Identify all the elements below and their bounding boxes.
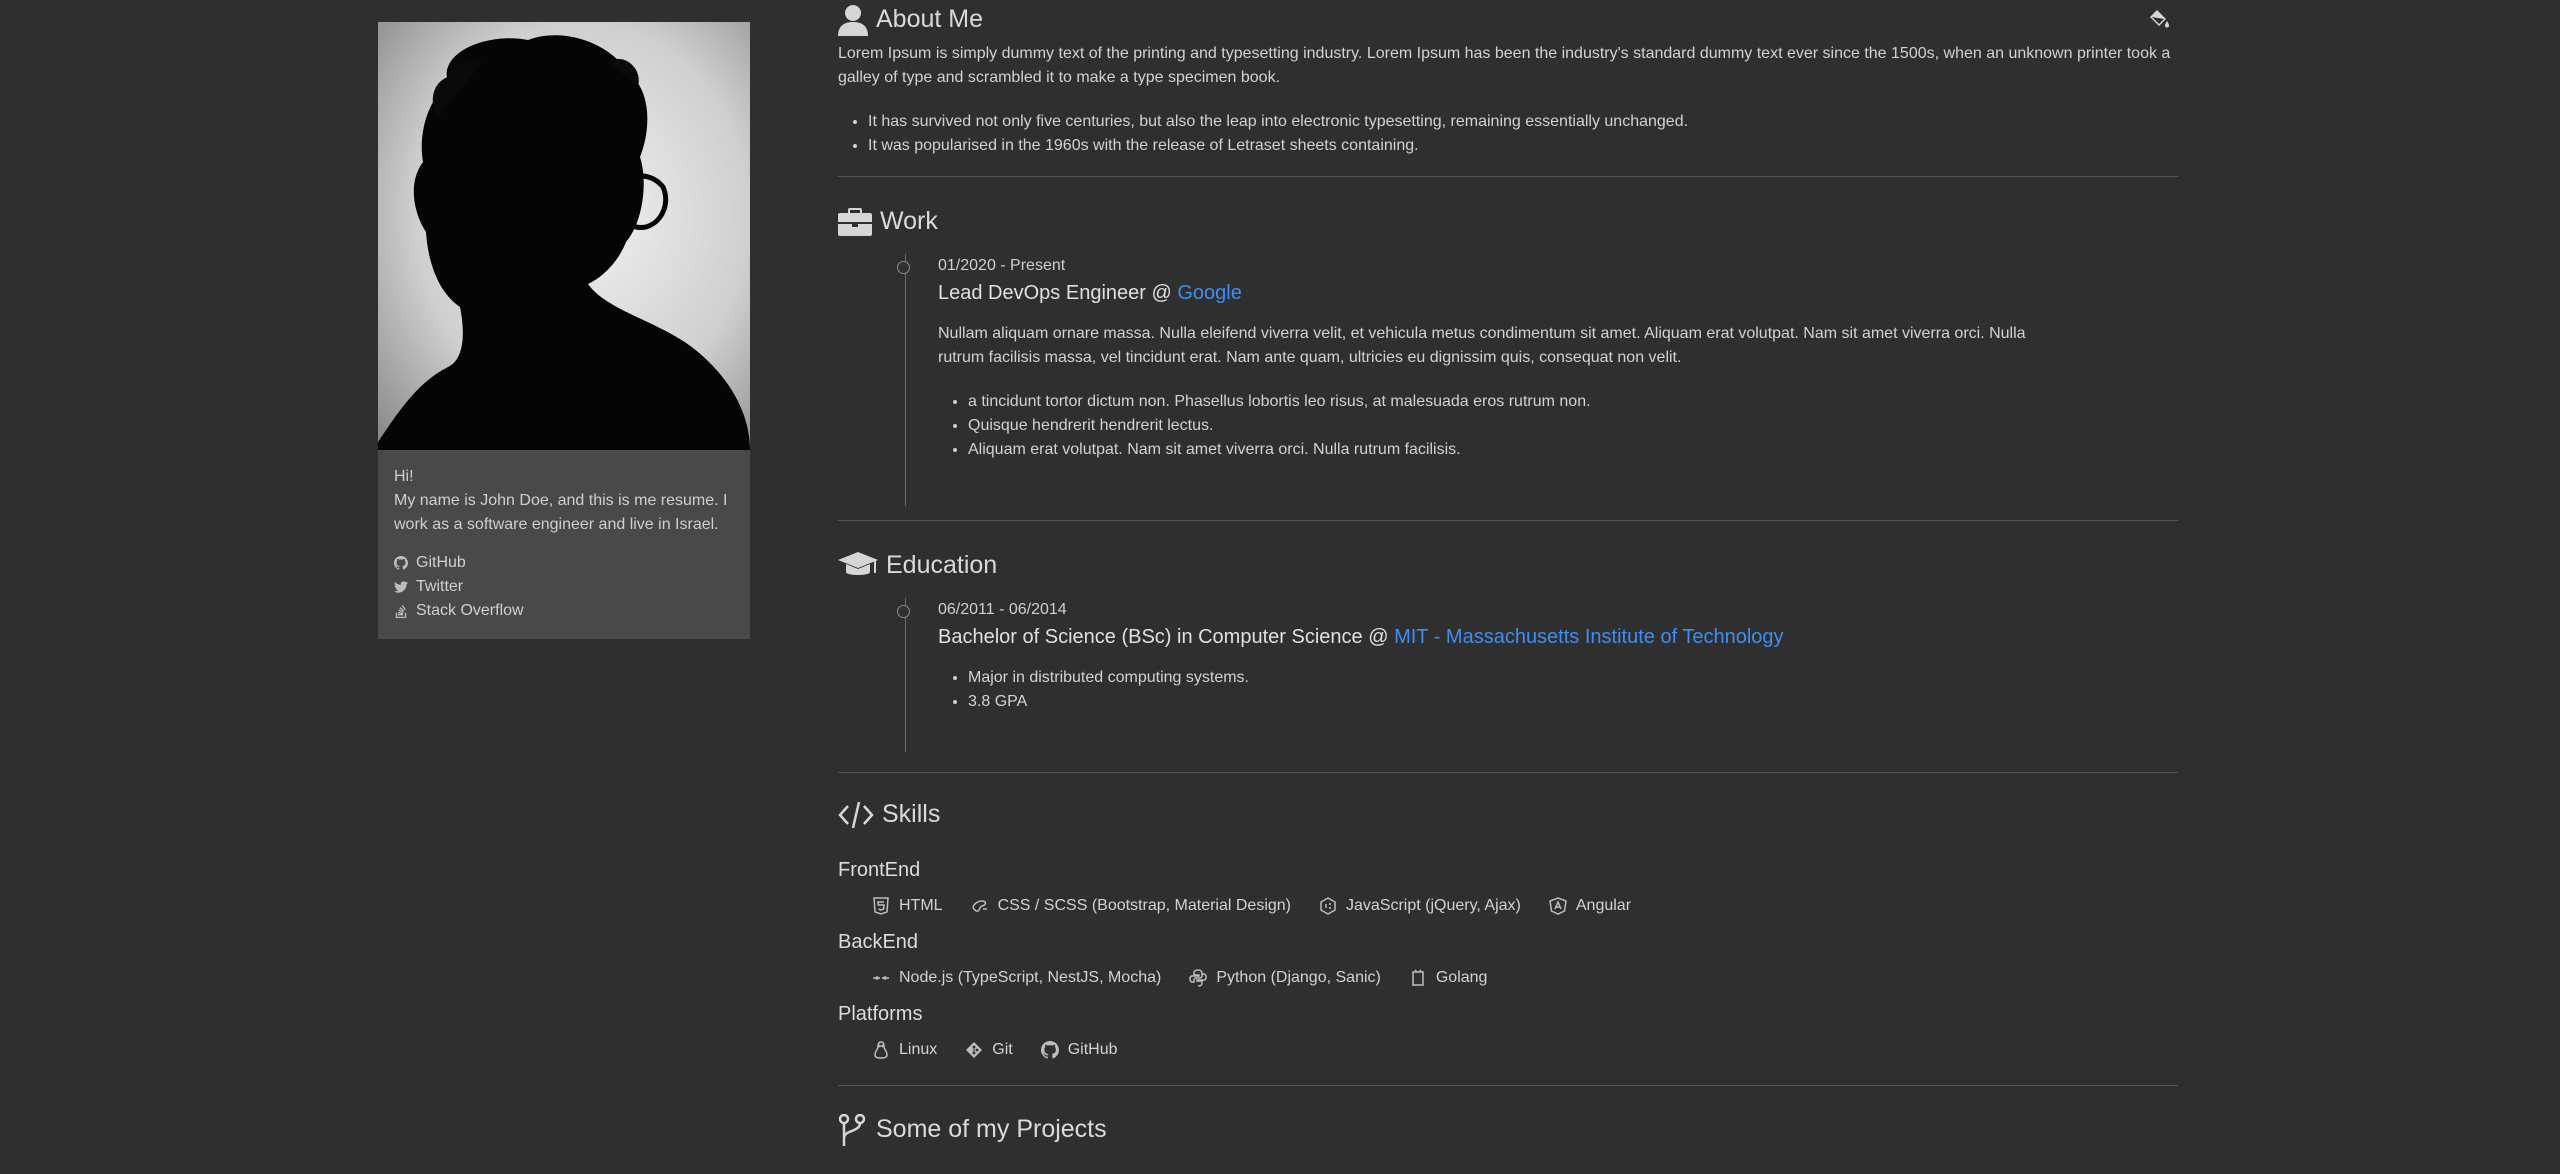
list-item: Quisque hendrerit hendrerit lectus. (968, 414, 2178, 438)
work-role: Lead DevOps Engineer @ Google (938, 282, 1242, 304)
twitter-link-label: Twitter (416, 578, 464, 595)
skill-row: Node.js (TypeScript, NestJS, Mocha) Pyth… (838, 963, 2178, 993)
stackoverflow-link[interactable]: Stack Overflow (394, 599, 734, 623)
intro-text: My name is John Doe, and this is me resu… (394, 492, 728, 533)
skills-section: Skills FrontEnd HTML CSS / SCSS (Bootstr… (838, 773, 2178, 1086)
work-section: Work 01/2020 - Present Lead DevOps Engin… (838, 177, 2178, 521)
projects-section: Some of my Projects (838, 1086, 2178, 1150)
github-icon (1040, 1041, 1059, 1059)
education-section: Education 06/2011 - 06/2014 Bachelor of … (838, 521, 2178, 773)
user-icon (838, 5, 868, 36)
github-link[interactable]: GitHub (394, 551, 734, 575)
work-heading: Work (838, 202, 2178, 242)
skill-item: CSS / SCSS (Bootstrap, Material Design) (971, 894, 1291, 918)
skills-heading: Skills (838, 795, 2178, 835)
projects-title: Some of my Projects (876, 1115, 1107, 1144)
nodejs-icon (873, 976, 889, 980)
about-heading: About Me (838, 0, 2178, 40)
timeline-dot (897, 261, 910, 274)
resume-main: About Me Lorem Ipsum is simply dummy tex… (838, 0, 2178, 1150)
skill-item: GitHub (1040, 1038, 1118, 1062)
work-description: Nullam aliquam ornare massa. Nulla eleif… (938, 325, 2026, 366)
timeline-line (905, 598, 906, 752)
school-link[interactable]: MIT - Massachusetts Institute of Technol… (1394, 626, 1783, 648)
skill-group-title: Platforms (838, 1003, 923, 1025)
list-item: a tincidunt tortor dictum non. Phasellus… (968, 390, 2178, 414)
paint-bucket-icon[interactable] (2148, 8, 2170, 30)
profile-card: Hi! My name is John Doe, and this is me … (378, 450, 750, 639)
twitter-icon (394, 581, 408, 593)
skill-item: Git (965, 1038, 1013, 1062)
html5-icon (873, 897, 889, 915)
skill-row: Linux Git GitHub (838, 1035, 2178, 1065)
git-branch-icon (838, 1114, 866, 1146)
angular-icon (1549, 897, 1567, 915)
skill-item: Golang (1409, 966, 1487, 990)
projects-heading: Some of my Projects (838, 1110, 2178, 1150)
stackoverflow-link-label: Stack Overflow (416, 602, 524, 619)
list-item: It has survived not only five centuries,… (868, 110, 2178, 134)
skill-item: Node.js (TypeScript, NestJS, Mocha) (872, 966, 1161, 990)
education-title: Education (886, 551, 998, 580)
list-item: 3.8 GPA (968, 690, 2178, 714)
python-icon (1189, 969, 1208, 987)
profile-links: GitHub Twitter Stack Overflow (394, 551, 734, 623)
skill-group-title: BackEnd (838, 931, 919, 953)
skill-row: HTML CSS / SCSS (Bootstrap, Material Des… (838, 891, 2178, 921)
work-bullets: a tincidunt tortor dictum non. Phasellus… (938, 390, 2178, 462)
github-icon (394, 556, 408, 570)
timeline-line (905, 254, 906, 506)
timeline-dot (897, 605, 910, 618)
skill-item: Angular (1549, 894, 1631, 918)
javascript-icon (1320, 897, 1336, 915)
stackoverflow-icon (395, 605, 407, 618)
about-title: About Me (876, 5, 984, 34)
skill-item: Linux (872, 1038, 937, 1062)
profile-photo (378, 22, 750, 450)
greeting-text: Hi! (394, 468, 414, 485)
list-item: Aliquam erat volutpat. Nam sit amet vive… (968, 438, 2178, 462)
skill-item: Python (Django, Sanic) (1189, 966, 1381, 990)
education-degree: Bachelor of Science (BSc) in Computer Sc… (938, 626, 1784, 648)
education-bullets: Major in distributed computing systems. … (938, 666, 2178, 714)
work-title: Work (880, 207, 938, 236)
golang-icon (1412, 969, 1424, 986)
skill-item: HTML (872, 894, 943, 918)
skills-title: Skills (882, 800, 941, 829)
education-timeline: 06/2011 - 06/2014 Bachelor of Science (B… (897, 598, 2178, 752)
github-link-label: GitHub (416, 554, 466, 571)
graduation-cap-icon (838, 552, 878, 575)
twitter-link[interactable]: Twitter (394, 575, 734, 599)
skill-item: JavaScript (jQuery, Ajax) (1319, 894, 1521, 918)
company-link[interactable]: Google (1177, 282, 1242, 304)
education-heading: Education (838, 546, 2178, 586)
work-timeline: 01/2020 - Present Lead DevOps Engineer @… (897, 254, 2178, 506)
about-text: Lorem Ipsum is simply dummy text of the … (838, 45, 2171, 86)
list-item: Major in distributed computing systems. (968, 666, 2178, 690)
education-date: 06/2011 - 06/2014 (938, 601, 1067, 618)
about-bullets: It has survived not only five centuries,… (838, 110, 2178, 158)
sass-icon (972, 900, 987, 912)
briefcase-icon (838, 208, 872, 236)
about-section: About Me Lorem Ipsum is simply dummy tex… (838, 0, 2178, 177)
linux-icon (874, 1041, 888, 1059)
list-item: It was popularised in the 1960s with the… (868, 134, 2178, 158)
profile-sidebar: Hi! My name is John Doe, and this is me … (378, 22, 750, 639)
code-icon (838, 801, 874, 829)
skill-group-title: FrontEnd (838, 859, 921, 881)
git-icon (966, 1042, 983, 1058)
work-date: 01/2020 - Present (938, 257, 1066, 274)
